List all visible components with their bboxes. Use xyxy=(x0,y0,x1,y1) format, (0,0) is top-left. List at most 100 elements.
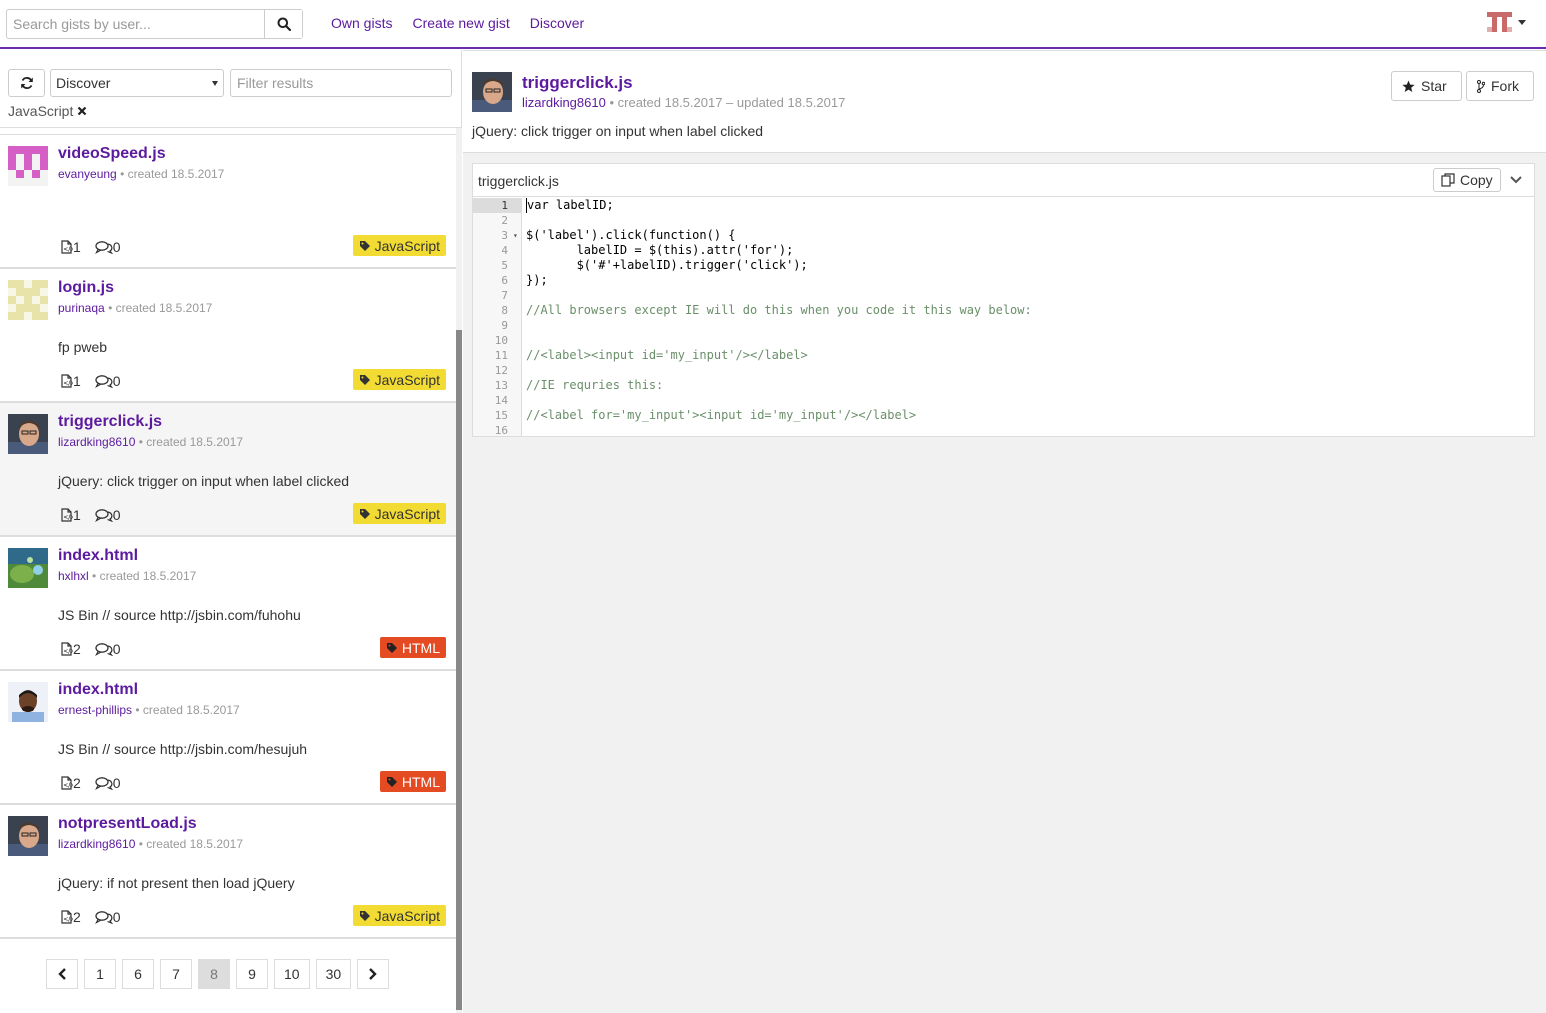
discover-select[interactable]: Discover xyxy=(50,69,224,97)
file-icon: </> xyxy=(61,910,73,924)
gist-stats: </> 1 0 xyxy=(60,239,121,255)
avatar xyxy=(472,72,512,112)
code-comment-line: //IE requries this: xyxy=(526,378,664,392)
refresh-button[interactable] xyxy=(8,69,45,97)
file-icon: </> xyxy=(61,240,73,254)
language-filter-label: JavaScript xyxy=(8,103,74,119)
list-item[interactable]: videoSpeed.js evanyeung • created 18.5.2… xyxy=(0,135,456,269)
gist-user[interactable]: evanyeung xyxy=(58,167,117,181)
file-icon: </> xyxy=(61,374,73,388)
copy-label: Copy xyxy=(1460,172,1493,188)
line-number: 13 xyxy=(494,379,508,392)
svg-text:</>: </> xyxy=(63,782,73,789)
file-icon: </> xyxy=(61,776,73,790)
gist-description: jQuery: click trigger on input when labe… xyxy=(472,123,764,139)
line-number: 12 xyxy=(494,364,508,377)
page-button-7[interactable]: 7 xyxy=(160,959,192,989)
line-number: 10 xyxy=(494,334,508,347)
list-item[interactable]: login.js purinaqa • created 18.5.2017 fp… xyxy=(0,269,456,403)
page-title: triggerclick.js xyxy=(522,73,633,92)
gist-user[interactable]: lizardking8610 xyxy=(522,95,606,110)
user-menu[interactable] xyxy=(1487,12,1526,32)
avatar xyxy=(8,280,48,320)
page-button-1[interactable]: 1 xyxy=(84,959,116,989)
language-filter-chip: JavaScript xyxy=(8,103,87,119)
filter-results-input[interactable] xyxy=(230,69,452,97)
language-tag[interactable]: JavaScript xyxy=(352,905,446,926)
search-icon xyxy=(277,17,291,31)
chevron-down-icon[interactable] xyxy=(1509,173,1523,187)
code-editor[interactable]: 1 2 3 ▾ 4 5 6 7 8 9 10 11 12 13 14 15 16… xyxy=(473,198,1534,437)
language-tag[interactable]: HTML xyxy=(379,771,446,792)
chevron-right-icon xyxy=(369,968,377,980)
search-button[interactable] xyxy=(264,10,302,38)
file-name: triggerclick.js xyxy=(478,173,559,189)
gist-title[interactable]: videoSpeed.js xyxy=(58,145,166,163)
page-button-9[interactable]: 9 xyxy=(236,959,268,989)
page-button-6[interactable]: 6 xyxy=(122,959,154,989)
file-count: 2 xyxy=(73,641,81,657)
language-tag-label: JavaScript xyxy=(374,505,440,522)
nav-create-new-gist[interactable]: Create new gist xyxy=(412,15,509,31)
gist-created: • created 18.5.2017 xyxy=(138,435,244,449)
gist-user[interactable]: lizardking8610 xyxy=(58,837,135,851)
line-number: 16 xyxy=(494,424,508,437)
list-item-selected[interactable]: triggerclick.js lizardking8610 • created… xyxy=(0,403,456,537)
file-icon: </> xyxy=(61,642,73,656)
language-tag[interactable]: JavaScript xyxy=(352,235,446,256)
close-icon[interactable] xyxy=(77,106,87,116)
gist-title[interactable]: login.js xyxy=(58,279,114,297)
copy-button[interactable]: Copy xyxy=(1433,168,1501,192)
star-button[interactable]: Star xyxy=(1391,71,1462,101)
comments-icon xyxy=(94,643,113,656)
language-tag[interactable]: JavaScript xyxy=(352,369,446,390)
line-number: 8 xyxy=(501,304,508,317)
language-tag[interactable]: HTML xyxy=(379,637,446,658)
line-gutter: 1 2 3 ▾ 4 5 6 7 8 9 10 11 12 13 14 15 16 xyxy=(473,198,522,437)
line-number: 2 xyxy=(501,214,508,227)
user-search-input[interactable] xyxy=(7,10,264,38)
line-number: 6 xyxy=(501,274,508,287)
scrollbar-thumb[interactable] xyxy=(456,330,462,1010)
prev-page-button[interactable] xyxy=(46,959,78,989)
code-line: }); xyxy=(526,273,548,287)
select-value: Discover xyxy=(56,75,111,91)
nav-own-gists[interactable]: Own gists xyxy=(331,15,392,31)
tag-icon xyxy=(386,776,397,787)
gist-user[interactable]: purinaqa xyxy=(58,301,105,315)
gist-title[interactable]: index.html xyxy=(58,681,138,699)
gist-meta: ernest-phillips • created 18.5.2017 xyxy=(58,703,240,717)
svg-text:</>: </> xyxy=(63,648,73,655)
list-item[interactable]: index.html hxlhxl • created 18.5.2017 JS… xyxy=(0,537,456,671)
line-number: 4 xyxy=(501,244,508,257)
gist-title[interactable]: index.html xyxy=(58,547,138,565)
page-button-30[interactable]: 30 xyxy=(315,959,352,989)
list-item[interactable]: index.html ernest-phillips • created 18.… xyxy=(0,671,456,805)
gist-description: fp pweb xyxy=(58,339,108,355)
line-number: 1 xyxy=(473,198,521,213)
gist-user[interactable]: hxlhxl xyxy=(58,569,89,583)
avatar xyxy=(1487,12,1512,32)
gist-user[interactable]: ernest-phillips xyxy=(58,703,132,717)
filter-bar: Discover JavaScript xyxy=(0,50,462,128)
chevron-down-icon xyxy=(1518,19,1526,25)
fork-label: Fork xyxy=(1491,78,1519,94)
gist-stats: </> 2 0 xyxy=(60,909,121,925)
line-number: 14 xyxy=(494,394,508,407)
fork-button[interactable]: Fork xyxy=(1466,71,1534,101)
code-line: $('label').click(function() { xyxy=(526,228,736,242)
gist-list-pane: Discover JavaScript v xyxy=(0,50,462,1013)
page-button-8-current[interactable]: 8 xyxy=(198,959,230,989)
gist-user[interactable]: lizardking8610 xyxy=(58,435,135,449)
gist-list: videoSpeed.js evanyeung • created 18.5.2… xyxy=(0,134,456,939)
language-tag[interactable]: JavaScript xyxy=(352,503,446,524)
list-item[interactable]: notpresentLoad.js lizardking8610 • creat… xyxy=(0,805,456,939)
fold-arrow-icon[interactable]: ▾ xyxy=(513,228,518,243)
gist-title[interactable]: notpresentLoad.js xyxy=(58,815,197,833)
page-button-10[interactable]: 10 xyxy=(274,959,310,989)
fork-icon xyxy=(1477,79,1485,93)
line-number: 11 xyxy=(494,349,508,362)
nav-discover[interactable]: Discover xyxy=(530,15,584,31)
next-page-button[interactable] xyxy=(357,959,390,989)
gist-title[interactable]: triggerclick.js xyxy=(58,413,162,431)
